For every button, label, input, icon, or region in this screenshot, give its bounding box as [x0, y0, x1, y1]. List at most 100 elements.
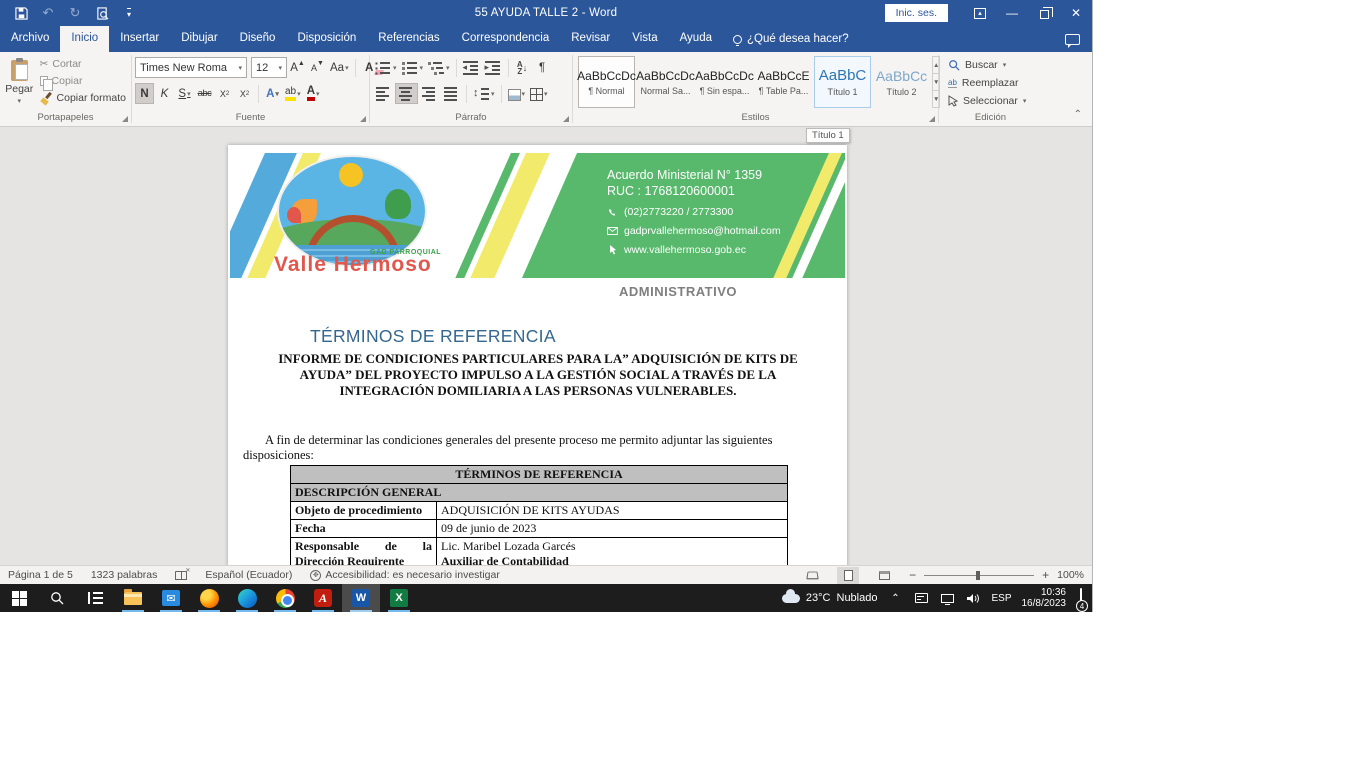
show-hidden-icons-button[interactable]: ⌃ [887, 590, 903, 606]
zoom-percentage[interactable]: 100% [1057, 569, 1084, 581]
style-table-paragraph[interactable]: AaBbCcE ¶ Table Pa... [755, 56, 812, 108]
cut-button[interactable]: ✂Cortar [40, 57, 126, 71]
accessibility-status[interactable]: ✥ Accesibilidad: es necesario investigar [310, 569, 500, 581]
taskbar-search-button[interactable] [38, 584, 76, 612]
style-normal-sa[interactable]: AaBbCcDc Normal Sa... [637, 56, 694, 108]
tell-me-box[interactable]: ¿Qué desea hacer? [723, 26, 859, 52]
styles-dialog-launcher-icon[interactable] [929, 116, 935, 122]
font-dialog-launcher-icon[interactable] [360, 116, 366, 122]
numbering-button[interactable]: ▾ [400, 57, 426, 78]
style-normal[interactable]: AaBbCcDc ¶ Normal [578, 56, 635, 108]
show-marks-button[interactable]: ¶ [533, 57, 552, 78]
highlight-button[interactable]: ab▾ [283, 83, 303, 104]
font-color-button[interactable]: A▾ [304, 83, 323, 104]
document-page[interactable]: Valle Hermoso GAD PARROQUIAL Acuerdo Min… [228, 145, 847, 565]
document-area[interactable]: Título 1 Valle Hermoso GAD PARROQUIA [0, 127, 1092, 565]
change-case-button[interactable]: Aa▾ [328, 57, 351, 78]
close-button[interactable]: ✕ [1060, 0, 1092, 26]
underline-button[interactable]: S▾ [175, 83, 194, 104]
notification-center-button[interactable]: 4 [1080, 589, 1082, 607]
network-icon[interactable] [939, 590, 955, 606]
clipboard-dialog-launcher-icon[interactable] [122, 116, 128, 122]
select-button[interactable]: Seleccionar▾ [948, 94, 1026, 108]
tab-inicio[interactable]: Inicio [60, 26, 109, 52]
language-tray[interactable]: ESP [991, 593, 1011, 604]
sign-in-button[interactable]: Inic. ses. [885, 4, 948, 22]
bullets-button[interactable]: ▾ [373, 57, 399, 78]
font-size-combo[interactable]: 12▾ [251, 57, 287, 78]
redo-icon[interactable]: ↻ [66, 4, 84, 22]
comments-icon[interactable] [1065, 34, 1080, 45]
paste-button[interactable]: Pegar ▾ [3, 55, 36, 109]
subscript-button[interactable]: X2 [215, 83, 234, 104]
proofing-status[interactable] [175, 571, 187, 580]
bold-button[interactable]: N [135, 83, 154, 104]
undo-icon[interactable]: ↶ [39, 4, 57, 22]
customize-qat-icon[interactable]: ▾ [120, 4, 138, 22]
tab-correspondencia[interactable]: Correspondencia [451, 26, 561, 52]
acrobat-button[interactable]: A [304, 584, 342, 612]
edge-button[interactable] [228, 584, 266, 612]
ribbon-display-options-icon[interactable]: ▴ [964, 0, 996, 26]
tab-disposicion[interactable]: Disposición [286, 26, 367, 52]
collapse-ribbon-icon[interactable]: ⌃ [1074, 109, 1082, 120]
superscript-button[interactable]: X2 [235, 83, 254, 104]
tab-dibujar[interactable]: Dibujar [170, 26, 228, 52]
firefox-button[interactable] [190, 584, 228, 612]
tab-revisar[interactable]: Revisar [560, 26, 621, 52]
paste-dropdown-icon[interactable]: ▾ [18, 97, 22, 105]
read-mode-button[interactable] [801, 567, 823, 584]
mail-button[interactable]: ✉ [152, 584, 190, 612]
tab-referencias[interactable]: Referencias [367, 26, 450, 52]
align-right-button[interactable] [419, 83, 440, 104]
weather-widget[interactable]: 23°C Nublado [782, 592, 878, 604]
text-effects-button[interactable]: A▾ [263, 83, 282, 104]
copy-button[interactable]: Copiar [40, 74, 126, 88]
print-layout-button[interactable] [837, 567, 859, 584]
word-button[interactable]: W [342, 584, 380, 612]
grow-font-button[interactable]: A▲ [288, 57, 307, 78]
clock[interactable]: 10:36 16/8/2023 [1022, 587, 1067, 609]
format-painter-button[interactable]: Copiar formato [40, 91, 126, 105]
tab-diseno[interactable]: Diseño [229, 26, 287, 52]
zoom-out-button[interactable]: − [909, 568, 916, 582]
align-left-button[interactable] [373, 83, 394, 104]
justify-button[interactable] [441, 83, 462, 104]
save-icon[interactable] [12, 4, 30, 22]
decrease-indent-button[interactable] [461, 57, 482, 78]
excel-button[interactable]: X [380, 584, 418, 612]
italic-button[interactable]: K [155, 83, 174, 104]
paragraph-dialog-launcher-icon[interactable] [563, 116, 569, 122]
minimize-button[interactable]: — [996, 0, 1028, 26]
multilevel-list-button[interactable]: ▾ [426, 57, 452, 78]
style-titulo-2[interactable]: AaBbCc Título 2 [873, 56, 930, 108]
sort-button[interactable]: AZ↓ [513, 57, 532, 78]
volume-icon[interactable] [965, 590, 981, 606]
page-indicator[interactable]: Página 1 de 5 [8, 569, 73, 581]
tab-insertar[interactable]: Insertar [109, 26, 170, 52]
replace-button[interactable]: ab Reemplazar [948, 76, 1026, 90]
chrome-button[interactable] [266, 584, 304, 612]
shading-button[interactable]: ▾ [506, 83, 528, 104]
restore-button[interactable] [1028, 0, 1060, 26]
language-indicator[interactable]: Español (Ecuador) [205, 569, 292, 581]
zoom-in-button[interactable]: + [1042, 568, 1049, 582]
tab-ayuda[interactable]: Ayuda [669, 26, 723, 52]
print-preview-icon[interactable] [93, 4, 111, 22]
word-count[interactable]: 1323 palabras [91, 569, 158, 581]
shrink-font-button[interactable]: A▼ [308, 57, 327, 78]
strikethrough-button[interactable]: abc [195, 83, 214, 104]
touch-keyboard-icon[interactable] [913, 590, 929, 606]
style-sin-espaciado[interactable]: AaBbCcDc ¶ Sin espa... [696, 56, 753, 108]
web-layout-button[interactable] [873, 567, 895, 584]
line-spacing-button[interactable]: ▾ [471, 83, 497, 104]
zoom-slider[interactable] [924, 575, 1034, 576]
increase-indent-button[interactable] [483, 57, 504, 78]
file-explorer-button[interactable] [114, 584, 152, 612]
tab-vista[interactable]: Vista [621, 26, 668, 52]
start-button[interactable] [0, 584, 38, 612]
find-button[interactable]: Buscar▾ [948, 58, 1026, 72]
task-view-button[interactable] [76, 584, 114, 612]
tab-archivo[interactable]: Archivo [0, 26, 60, 52]
zoom-slider-handle[interactable] [976, 571, 980, 580]
